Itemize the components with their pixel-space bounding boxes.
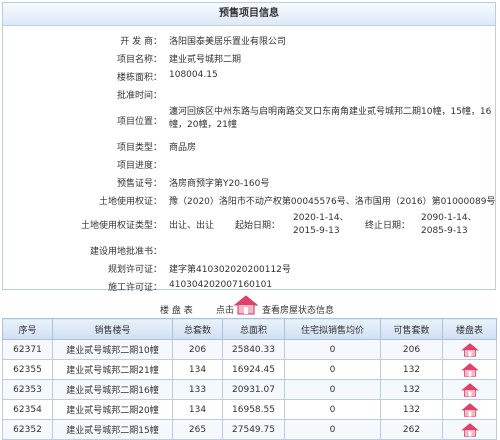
cell-building: 建业贰号城邦二期15幢 <box>52 419 173 440</box>
cell-total-area: 20931.07 <box>222 379 285 400</box>
floor-plan-link[interactable] <box>442 419 497 440</box>
land-type-value: 出让、出让 <box>169 221 215 231</box>
col-header-floor-plan: 楼盘表 <box>442 318 497 340</box>
presale-label: 预售证号： <box>116 179 162 189</box>
view-status-label: 查看房屋状态信息 <box>262 306 335 316</box>
col-header-avg-price: 住宅拟销售均价 <box>284 318 381 340</box>
col-header-available-units: 可售套数 <box>380 318 443 340</box>
project-name-value: 建业贰号城邦二期 <box>169 55 242 65</box>
table-row: 62355 建业贰号城邦二期21幢 134 16924.45 0 132 <box>2 359 497 380</box>
developer-label: 开 发 商： <box>120 37 162 47</box>
cell-total-units: 134 <box>172 399 223 420</box>
cell-total-units: 134 <box>172 359 223 380</box>
floor-plan-link[interactable] <box>442 339 497 360</box>
house-icon[interactable] <box>460 402 479 417</box>
cell-total-units: 133 <box>172 379 223 400</box>
table-row: 62354 建业贰号城邦二期20幢 134 16958.55 0 132 <box>2 399 497 420</box>
approval-time-label: 批准时间： <box>116 91 162 101</box>
house-icon <box>234 295 258 315</box>
location-value: 瀍河回族区中州东路与启明南路交叉口东南角建业贰号城邦二期10幢，15幢，16幢，… <box>169 107 492 130</box>
table-legend: 楼 盘 表 点击 查看房屋状态信息 <box>2 295 496 317</box>
developer-value: 洛阳国泰美居乐置业有限公司 <box>169 37 287 47</box>
land-cert-value: 豫（2020）洛阳市不动产权第00045576号、洛市国用（2016）第0100… <box>169 197 496 207</box>
house-icon[interactable] <box>460 362 479 377</box>
end-date-value: 2090-1-14、2085-9-13 <box>421 213 477 236</box>
table-header-row: 序号 销售楼号 总套数 总面积 住宅拟销售均价 可售套数 楼盘表 <box>2 318 497 340</box>
table-row: 62353 建业贰号城邦二期16幢 133 20931.07 0 132 <box>2 379 497 400</box>
cell-avg-price: 0 <box>284 399 381 420</box>
cell-building: 建业贰号城邦二期16幢 <box>52 379 173 400</box>
cell-total-area: 27549.75 <box>222 419 285 440</box>
table-legend-label: 楼 盘 表 <box>160 306 193 316</box>
land-cert-label: 土地使用权证： <box>98 197 162 207</box>
click-hint-label: 点击 <box>216 306 235 316</box>
land-approval-label: 建设用地批准书： <box>89 247 162 257</box>
house-icon[interactable] <box>460 382 479 397</box>
cell-building: 建业贰号城邦二期20幢 <box>52 399 173 420</box>
planning-value: 建字第410302020200112号 <box>169 265 291 275</box>
house-icon[interactable] <box>460 342 479 357</box>
start-date-value: 2020-1-14、2015-9-13 <box>293 213 349 236</box>
construction-label: 施工许可证： <box>107 283 162 293</box>
col-header-building: 销售楼号 <box>52 318 173 340</box>
cell-avg-price: 0 <box>284 419 381 440</box>
cell-id: 62371 <box>2 339 53 360</box>
cell-available-units: 206 <box>380 339 443 360</box>
cell-id: 62354 <box>2 399 53 420</box>
building-area-value: 108004.15 <box>169 70 218 80</box>
cell-total-units: 206 <box>172 339 223 360</box>
project-type-label: 项目类型： <box>116 143 162 153</box>
cell-available-units: 262 <box>380 419 443 440</box>
presale-info-panel: 预售项目信息 开 发 商： 洛阳国泰美居乐置业有限公司 项目名称： 建业贰号城邦… <box>2 2 496 293</box>
cell-total-area: 16958.55 <box>222 399 285 420</box>
end-date-label: 终止日期： <box>365 221 411 231</box>
land-type-label: 土地使用权证类型： <box>80 221 162 231</box>
construction-value: 410304202007160101 <box>169 280 273 290</box>
cell-id: 62353 <box>2 379 53 400</box>
cell-available-units: 132 <box>380 359 443 380</box>
panel-title: 预售项目信息 <box>3 3 495 26</box>
cell-avg-price: 0 <box>284 379 381 400</box>
location-label: 项目位置： <box>116 117 162 127</box>
cell-building: 建业贰号城邦二期21幢 <box>52 359 173 380</box>
start-date-label: 起始日期： <box>235 221 281 231</box>
cell-avg-price: 0 <box>284 359 381 380</box>
cell-building: 建业贰号城邦二期10幢 <box>52 339 173 360</box>
col-header-total-area: 总面积 <box>222 318 285 340</box>
planning-label: 规划许可证： <box>107 265 162 275</box>
cell-available-units: 132 <box>380 399 443 420</box>
table-row: 62371 建业贰号城邦二期10幢 206 25840.33 0 206 <box>2 339 497 360</box>
project-name-label: 项目名称： <box>116 55 162 65</box>
progress-label: 项目进度： <box>116 161 162 171</box>
cell-avg-price: 0 <box>284 339 381 360</box>
cell-id: 62352 <box>2 419 53 440</box>
cell-total-units: 265 <box>172 419 223 440</box>
house-icon[interactable] <box>460 422 479 437</box>
table-row: 62352 建业贰号城邦二期15幢 265 27549.75 0 262 <box>2 419 497 440</box>
cell-available-units: 132 <box>380 379 443 400</box>
presale-value: 洛房商预字第Y20-160号 <box>169 179 270 189</box>
col-header-id: 序号 <box>2 318 53 340</box>
floor-plan-link[interactable] <box>442 379 497 400</box>
building-area-label: 楼栋面积： <box>116 73 162 83</box>
cell-id: 62355 <box>2 359 53 380</box>
floor-plan-link[interactable] <box>442 359 497 380</box>
floor-plan-link[interactable] <box>442 399 497 420</box>
cell-total-area: 25840.33 <box>222 339 285 360</box>
building-table: 序号 销售楼号 总套数 总面积 住宅拟销售均价 可售套数 楼盘表 62371 建… <box>2 318 497 440</box>
project-type-value: 商品房 <box>169 143 197 153</box>
col-header-total-units: 总套数 <box>172 318 223 340</box>
cell-total-area: 16924.45 <box>222 359 285 380</box>
